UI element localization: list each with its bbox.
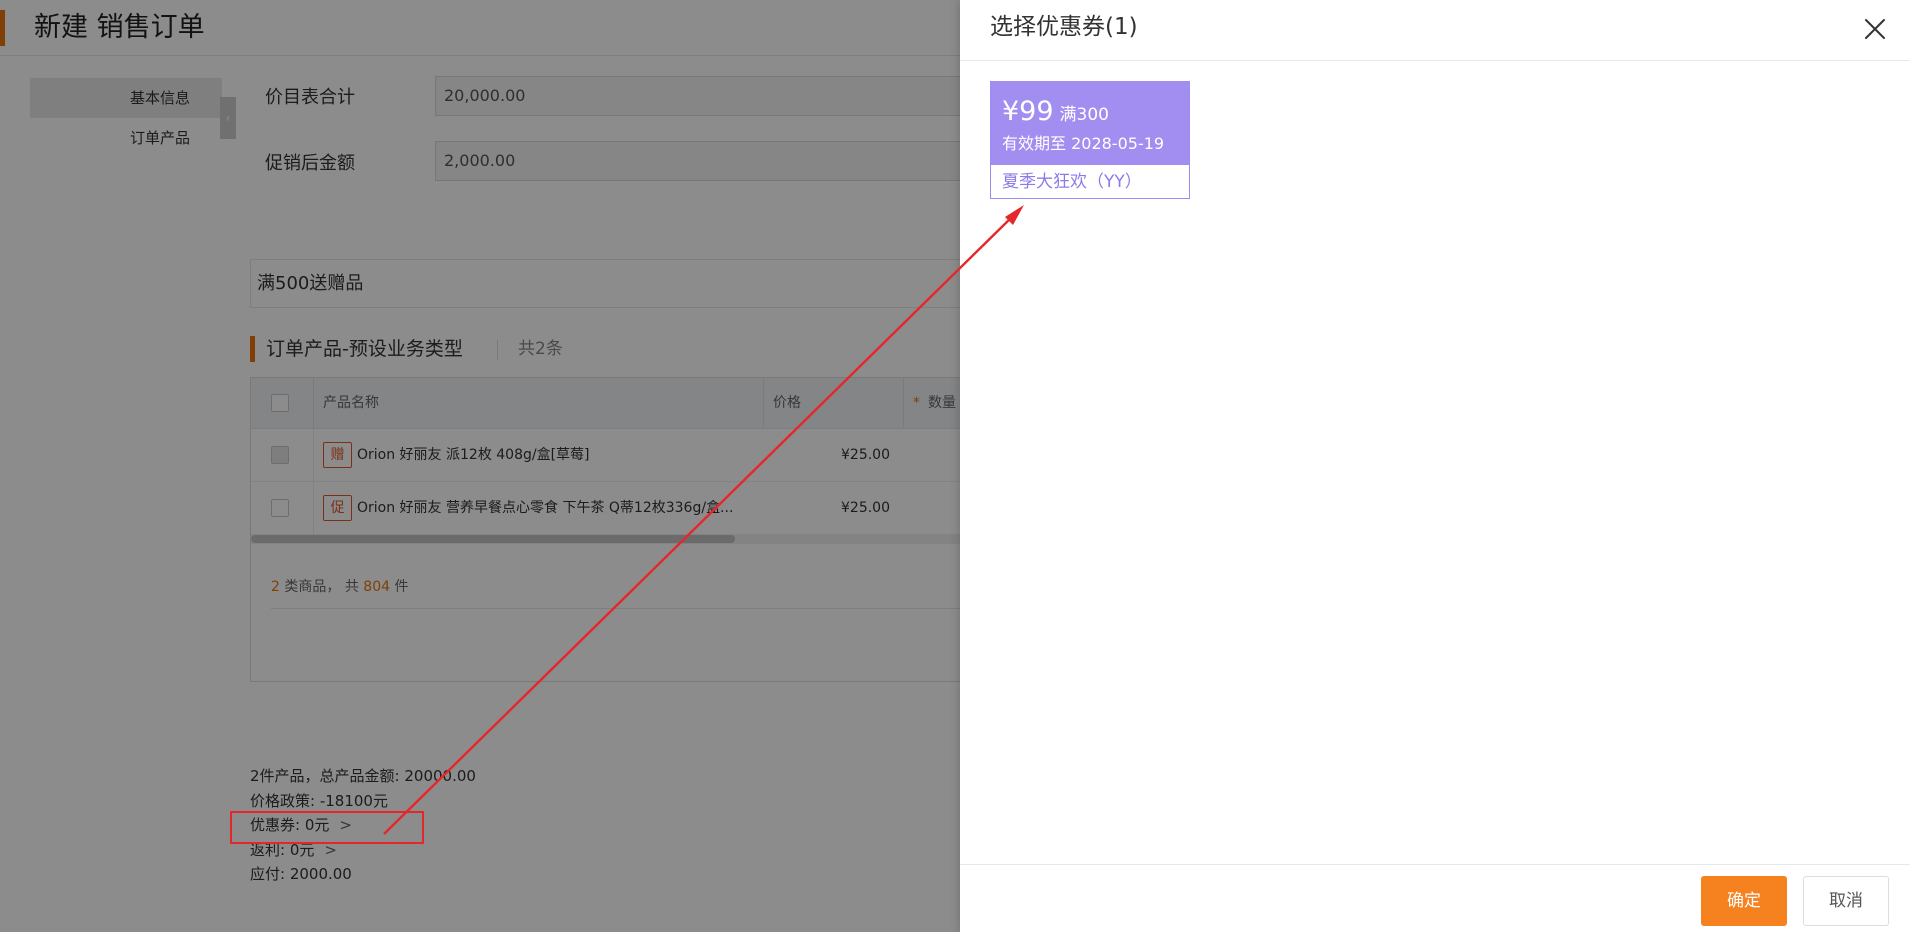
confirm-button[interactable]: 确定 (1701, 876, 1787, 926)
drawer-title: 选择优惠券(1) (990, 14, 1138, 40)
coupon-name: 夏季大狂欢（YY） (1002, 172, 1142, 192)
coupon-amount-line: ¥99 满300 (1002, 96, 1109, 131)
coupon-amount: ¥99 (1002, 96, 1054, 127)
drawer-footer: 确定 取消 (960, 864, 1910, 932)
cancel-button[interactable]: 取消 (1803, 876, 1889, 926)
coupon-card[interactable]: ¥99 满300 有效期至 2028-05-19 夏季大狂欢（YY） (990, 81, 1190, 199)
select-coupon-drawer: 选择优惠券(1) ¥99 满300 有效期至 2028-05-19 夏季大狂欢（Y… (960, 0, 1910, 932)
close-icon[interactable] (1862, 16, 1888, 42)
coupon-card-top: ¥99 满300 有效期至 2028-05-19 (991, 82, 1189, 165)
coupon-condition: 满300 (1059, 105, 1109, 125)
coupon-validity: 有效期至 2028-05-19 (1002, 134, 1165, 153)
modal-overlay[interactable] (0, 0, 960, 932)
drawer-header: 选择优惠券(1) (960, 0, 1910, 61)
